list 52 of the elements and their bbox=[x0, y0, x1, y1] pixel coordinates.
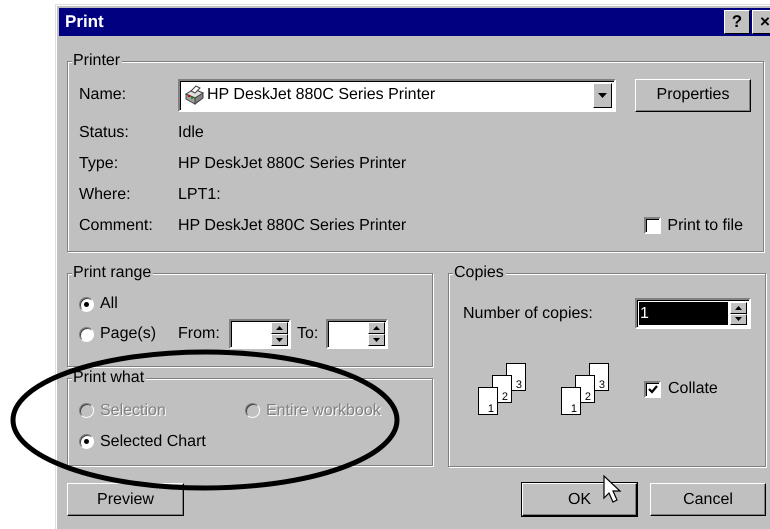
field-value: HP DeskJet 880C Series Printer bbox=[178, 154, 406, 172]
page-stack-drawing: 3 2 1 bbox=[561, 363, 609, 415]
field-label: Type: bbox=[79, 154, 120, 172]
properties-button[interactable]: Properties bbox=[635, 78, 751, 112]
down-arrow-icon bbox=[735, 317, 742, 322]
up-arrow-icon bbox=[735, 306, 742, 310]
checkbox-label: Print to file bbox=[667, 216, 743, 234]
field-label: Name: bbox=[79, 86, 128, 104]
printer-dropdown[interactable]: HP DeskJet 880C Series Printer bbox=[178, 78, 616, 112]
radio-label: Page(s) bbox=[100, 325, 156, 343]
dropdown-value: HP DeskJet 880C Series Printer bbox=[207, 86, 436, 104]
down-arrow-icon bbox=[373, 338, 380, 342]
radio-label: All bbox=[100, 295, 118, 313]
help-button[interactable]: ? bbox=[724, 10, 750, 34]
copies-field[interactable]: 1 bbox=[635, 298, 751, 329]
checkbox[interactable] bbox=[644, 380, 661, 398]
group-label: Print range bbox=[72, 264, 154, 282]
field-label: Status: bbox=[79, 124, 130, 142]
field-label: Comment: bbox=[79, 216, 154, 234]
field-label: Where: bbox=[79, 186, 132, 204]
field-label: Number of copies: bbox=[463, 304, 593, 322]
from-page-field[interactable] bbox=[229, 319, 292, 349]
radio-button[interactable] bbox=[79, 434, 94, 449]
field-label: From: bbox=[178, 325, 221, 343]
radio-button[interactable] bbox=[79, 296, 94, 312]
group-label: Copies bbox=[453, 264, 506, 282]
field-value: Idle bbox=[178, 124, 204, 142]
radio-label: Entire workbook bbox=[266, 402, 381, 420]
radio-label: Selected Chart bbox=[100, 432, 206, 450]
checkbox-label: Collate bbox=[668, 380, 718, 398]
dialog-button[interactable]: Preview bbox=[67, 483, 184, 516]
dialog-button[interactable]: OK bbox=[522, 483, 637, 516]
page-stack-drawing: 3 2 1 bbox=[478, 363, 526, 415]
close-button[interactable]: × bbox=[752, 10, 770, 34]
up-arrow-icon bbox=[276, 326, 284, 330]
radio-button[interactable] bbox=[79, 326, 94, 342]
checkbox[interactable] bbox=[644, 217, 662, 234]
field-value: HP DeskJet 880C Series Printer bbox=[178, 216, 406, 234]
printer-icon bbox=[183, 85, 205, 105]
window-title: Print bbox=[65, 12, 105, 32]
field-value: LPT1: bbox=[178, 186, 221, 204]
down-arrow-icon bbox=[598, 92, 607, 98]
to-page-field[interactable] bbox=[326, 319, 388, 349]
up-arrow-icon bbox=[373, 326, 380, 330]
mouse-pointer-icon bbox=[603, 474, 622, 503]
field-value: 1 bbox=[639, 302, 728, 325]
checkmark-icon bbox=[648, 384, 658, 394]
field-label: To: bbox=[297, 325, 318, 343]
dropdown-button[interactable] bbox=[593, 82, 612, 108]
down-arrow-icon bbox=[276, 338, 284, 342]
dialog-button[interactable]: Cancel bbox=[650, 483, 766, 516]
radio-label: Selection bbox=[100, 402, 166, 420]
